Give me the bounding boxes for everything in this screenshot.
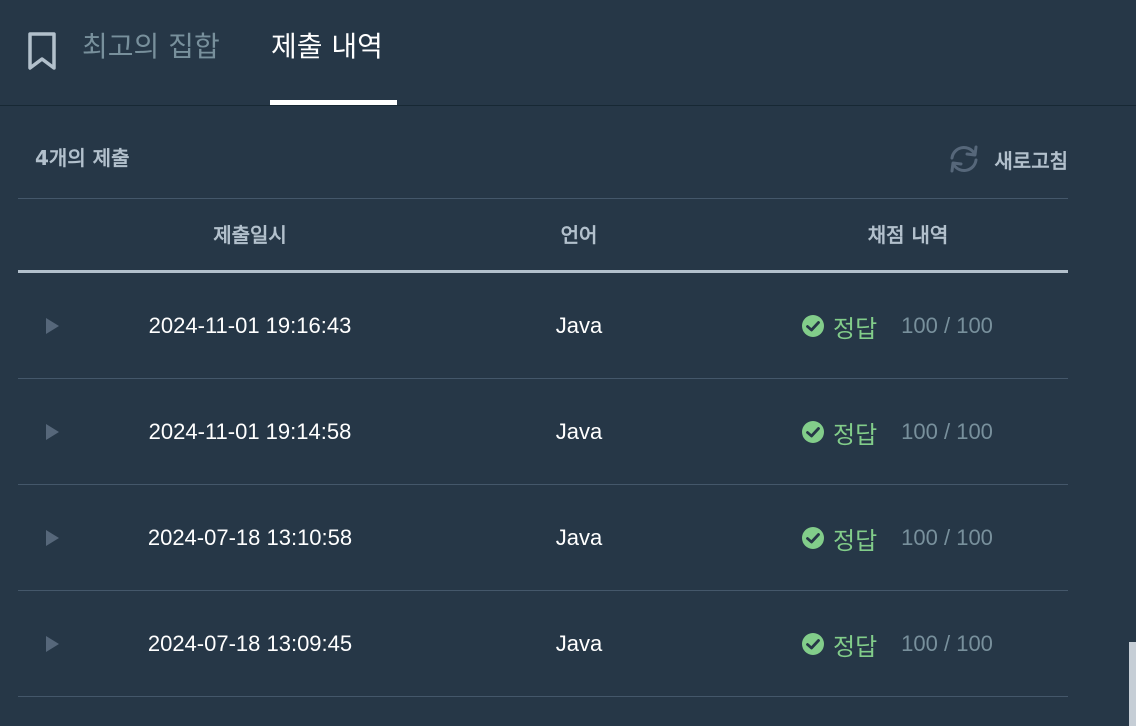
table-row[interactable]: 2024-11-01 19:16:43 Java 정답 100 / 100 [18, 273, 1068, 379]
submission-datetime: 2024-07-18 13:09:45 [147, 631, 353, 656]
table-row[interactable]: 2024-07-18 13:09:45 Java 정답 100 / 100 [18, 591, 1068, 697]
submission-language: Java [555, 313, 603, 338]
play-arrow-icon[interactable] [43, 317, 61, 335]
score-label: 100 / 100 [901, 525, 993, 550]
play-arrow-icon[interactable] [43, 423, 61, 441]
submission-result: 정답 100 / 100 [801, 485, 993, 591]
column-header-result: 채점 내역 [867, 223, 949, 247]
check-circle-icon [802, 633, 824, 655]
column-header-language: 언어 [560, 223, 598, 247]
refresh-icon [950, 145, 978, 173]
submission-result: 정답 100 / 100 [801, 591, 993, 697]
submission-datetime: 2024-11-01 19:14:58 [148, 419, 352, 444]
score-label: 100 / 100 [901, 313, 993, 338]
play-arrow-icon[interactable] [43, 529, 61, 547]
table-row[interactable]: 2024-07-18 13:10:58 Java 정답 100 / 100 [18, 485, 1068, 591]
verdict-label: 정답 [833, 526, 878, 555]
submission-table: 제출일시 언어 채점 내역 2024-11-01 19:16:43 Java 정… [18, 198, 1068, 697]
play-arrow-icon[interactable] [43, 635, 61, 653]
submission-datetime: 2024-11-01 19:16:43 [148, 313, 352, 338]
active-tab-indicator [270, 100, 397, 105]
check-circle-icon [802, 315, 824, 337]
check-circle-icon [802, 527, 824, 549]
scrollbar-thumb[interactable] [1129, 642, 1136, 726]
verdict-label: 정답 [833, 420, 878, 449]
verdict-label: 정답 [833, 632, 878, 661]
refresh-button[interactable]: 새로고침 [946, 144, 1068, 174]
refresh-label: 새로고침 [994, 148, 1068, 173]
submission-count: 4개의 제출 [35, 146, 130, 170]
tab-bar: 최고의 집합 제출 내역 [0, 0, 1136, 106]
submission-language: Java [555, 419, 603, 444]
column-header-datetime: 제출일시 [213, 223, 287, 247]
tab-best-solution[interactable]: 최고의 집합 [82, 28, 220, 66]
submission-result: 정답 100 / 100 [801, 379, 993, 485]
bookmark-icon[interactable] [26, 31, 58, 71]
table-header: 제출일시 언어 채점 내역 [18, 198, 1068, 273]
table-row[interactable]: 2024-11-01 19:14:58 Java 정답 100 / 100 [18, 379, 1068, 485]
submission-datetime: 2024-07-18 13:10:58 [147, 525, 353, 550]
submission-language: Java [555, 631, 603, 656]
submission-language: Java [555, 525, 603, 550]
submission-result: 정답 100 / 100 [801, 273, 993, 379]
verdict-label: 정답 [833, 314, 878, 343]
score-label: 100 / 100 [901, 419, 993, 444]
check-circle-icon [802, 421, 824, 443]
tab-submission-history[interactable]: 제출 내역 [271, 28, 383, 66]
score-label: 100 / 100 [901, 631, 993, 656]
